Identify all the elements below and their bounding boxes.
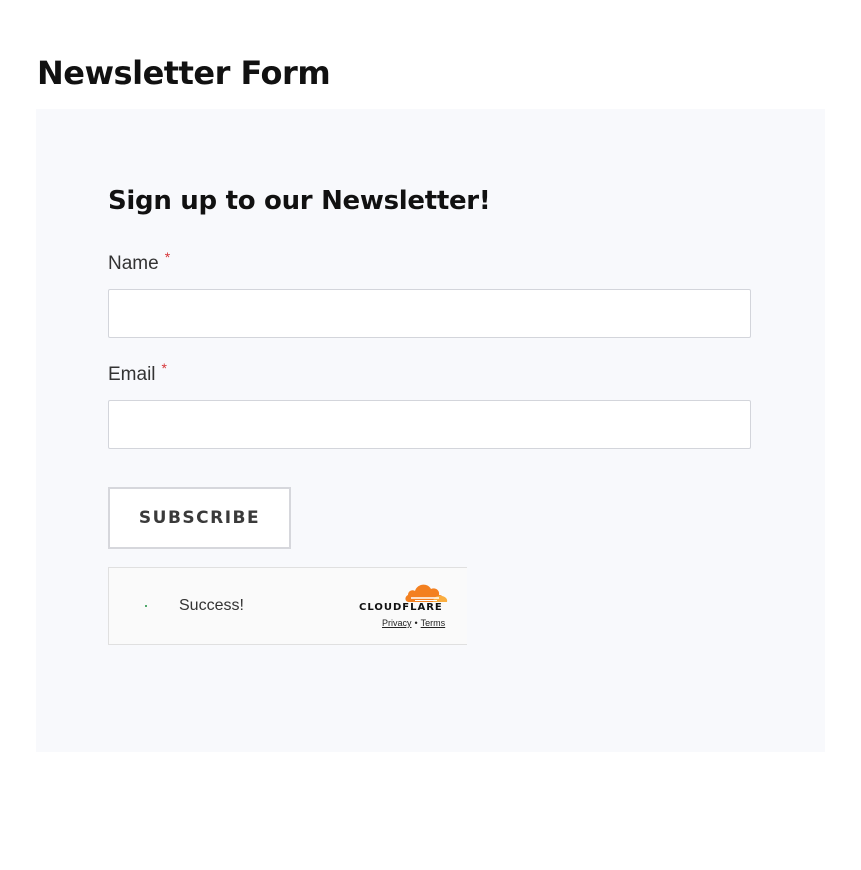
email-required-marker: * [161, 360, 167, 376]
cloudflare-wordmark: CLOUDFLARE [359, 602, 443, 613]
name-input[interactable] [108, 289, 751, 338]
captcha-links: Privacy • Terms [382, 618, 445, 628]
email-label-text: Email [108, 364, 156, 385]
cloudflare-logo: CLOUDFLARE [359, 580, 449, 616]
success-icon [145, 605, 147, 607]
form-heading: Sign up to our Newsletter! [108, 186, 491, 216]
cloud-icon [405, 584, 448, 602]
privacy-link[interactable]: Privacy [382, 618, 412, 628]
name-label: Name * [108, 249, 171, 276]
terms-link[interactable]: Terms [421, 618, 446, 628]
links-separator: • [414, 618, 418, 628]
subscribe-button[interactable]: SUBSCRIBE [108, 487, 291, 549]
email-input[interactable] [108, 400, 751, 449]
captcha-status: Success! [179, 597, 244, 614]
newsletter-form: Sign up to our Newsletter! Name * Email * … [36, 109, 825, 752]
name-label-text: Name [108, 253, 159, 274]
captcha-widget: Success! CLOUDFLARE Privacy • Terms [108, 567, 467, 645]
email-label: Email * [108, 360, 167, 387]
page-title: Newsletter Form [37, 54, 331, 92]
name-required-marker: * [164, 249, 171, 265]
